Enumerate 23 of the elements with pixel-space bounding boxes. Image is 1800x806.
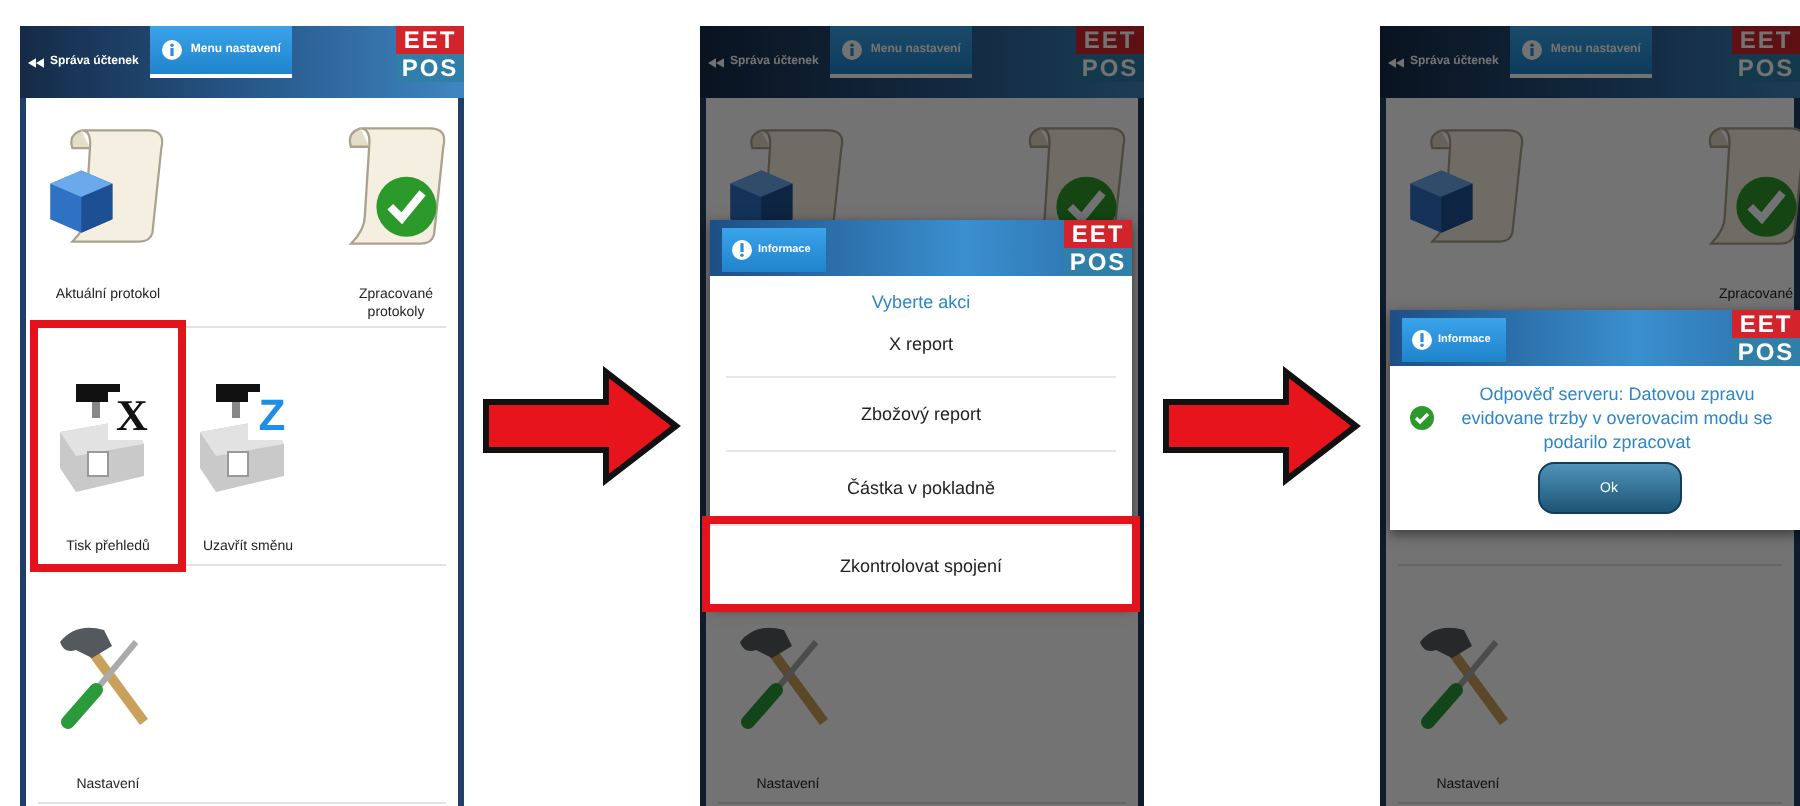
success-icon: [1410, 406, 1434, 430]
logo-text: EET: [396, 26, 464, 54]
message-text: Odpověď serveru: Datovou zpravu evidovane trzby v overovacim modu se podarilo zpracovat: [1459, 382, 1775, 454]
scroll-cube-icon: [1408, 126, 1528, 246]
info-icon: [162, 40, 183, 60]
logo-text: POS: [1064, 248, 1132, 276]
logo-text: EET: [1732, 26, 1800, 54]
logo-text: EET: [1064, 220, 1132, 248]
scroll-cube-icon: [48, 126, 168, 246]
logo-text: EET: [1076, 26, 1144, 54]
logo-text: POS: [396, 54, 464, 82]
exclamation-icon: [732, 240, 752, 260]
back-icon: [708, 57, 724, 67]
logo-text: EET: [1732, 310, 1800, 338]
back-icon: [28, 57, 44, 67]
back-icon: [1388, 57, 1404, 67]
logo-text: POS: [1732, 54, 1800, 82]
logo-text: POS: [1076, 54, 1144, 82]
dialog-title: Vyberte akci: [869, 290, 973, 316]
logo-text: POS: [1732, 338, 1800, 366]
info-icon: [1522, 40, 1543, 60]
exclamation-icon: [1412, 330, 1432, 350]
info-icon: [842, 40, 863, 60]
